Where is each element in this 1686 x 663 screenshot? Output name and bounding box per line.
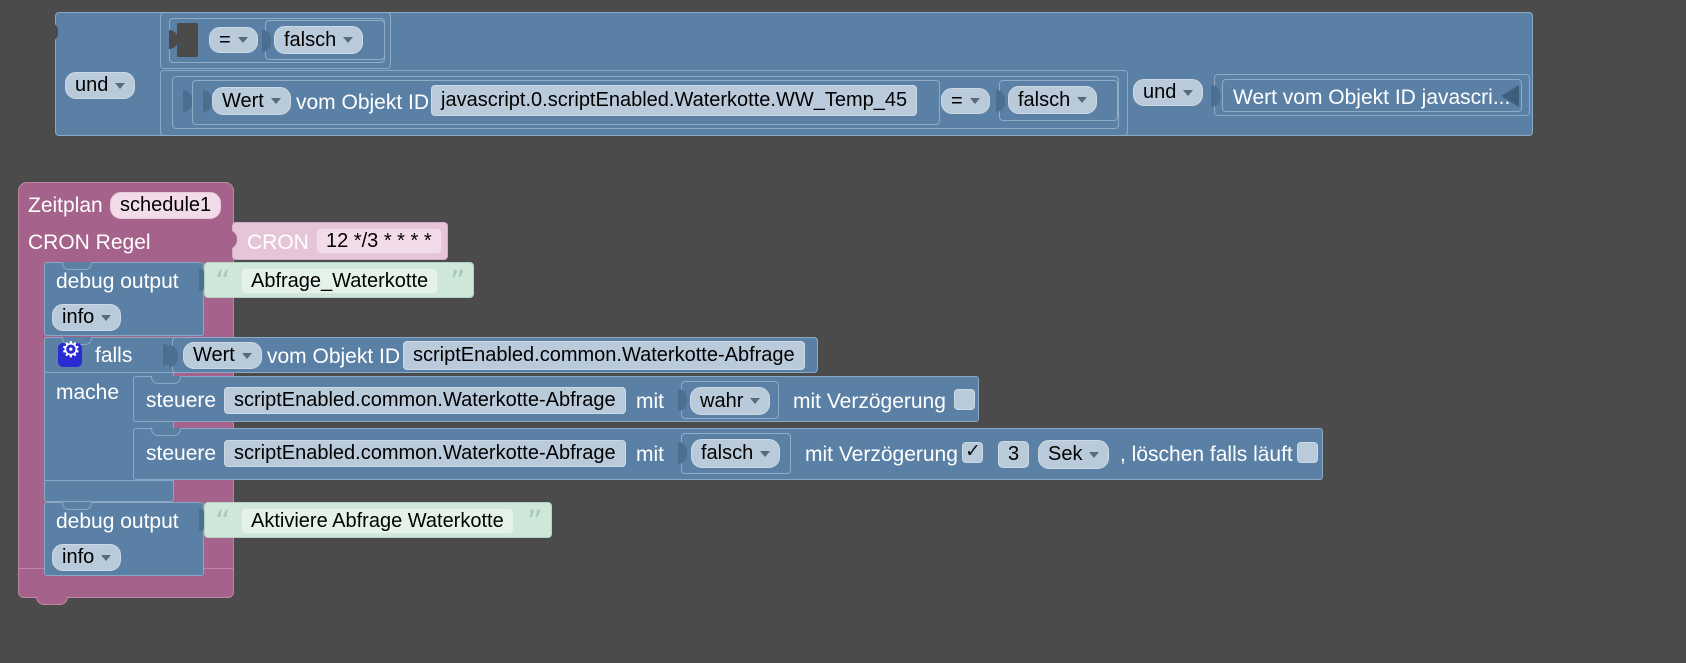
operator-und-label: und — [75, 74, 109, 96]
control-row-2-value-field[interactable]: falsch — [691, 439, 781, 468]
control-row-2-label: steuere — [146, 442, 217, 465]
debug-bottom-top-notch — [62, 502, 92, 510]
chevron-down-icon — [750, 398, 761, 404]
cron-expression-field[interactable]: 12 */3 * * * * — [316, 228, 442, 254]
chevron-down-icon — [270, 98, 281, 104]
control-row-2-delay-unit-label: Sek — [1048, 443, 1083, 465]
compare-value-1-label: falsch — [284, 28, 337, 51]
chevron-down-icon — [343, 37, 354, 43]
control-row-1-value-label: wahr — [700, 389, 744, 412]
quote-close-icon: ” — [450, 265, 466, 300]
getter-mode-2-label: Wert — [222, 89, 264, 112]
control-row-2-delay-amount-value: 3 — [1008, 443, 1020, 465]
getter-mode-2-field[interactable]: Wert — [212, 87, 291, 115]
if-label: falls — [95, 344, 133, 367]
control-row-1-object-id-value: scriptEnabled.common.Waterkotte-Abfrage — [234, 389, 616, 411]
debug-bottom-severity-field[interactable]: info — [52, 544, 122, 571]
control-row-1-value-field[interactable]: wahr — [690, 387, 771, 415]
control-row-2-delay-checkbox[interactable] — [962, 440, 983, 463]
if-getter-mode-field[interactable]: Wert — [183, 342, 262, 369]
do-label: mache — [56, 381, 120, 404]
chevron-down-icon — [1077, 97, 1088, 103]
if-object-id-value: scriptEnabled.common.Waterkotte-Abfrage — [413, 344, 795, 366]
debug-bottom-severity-label: info — [62, 546, 95, 568]
chevron-down-icon — [1089, 451, 1100, 458]
if-getter-mode-label: Wert — [193, 344, 235, 366]
operator-und-field[interactable]: und — [65, 72, 136, 99]
debug-top-message-field[interactable]: Abfrage_Waterkotte — [241, 268, 439, 294]
object-id-2-field[interactable]: javascript.0.scriptEnabled.Waterkotte.WW… — [431, 85, 918, 116]
chevron-down-icon — [237, 37, 248, 43]
debug-top-message-value: Abfrage_Waterkotte — [251, 269, 429, 292]
control-row-2-delay-unit-field[interactable]: Sek — [1038, 440, 1110, 469]
control-row-2-object-id-value: scriptEnabled.common.Waterkotte-Abfrage — [234, 442, 616, 464]
compare-operator-2-field[interactable]: = — [941, 88, 990, 114]
quote-close-icon: ” — [527, 505, 543, 540]
quote-open-icon: “ — [215, 505, 231, 540]
control-row-2-delay-amount-field[interactable]: 3 — [998, 441, 1030, 468]
debug-top-top-notch — [62, 262, 92, 270]
schedule-block-bottom-notch — [36, 596, 68, 605]
control-row-1-top-notch — [151, 376, 181, 384]
control-row-2-with-label: mit — [636, 443, 664, 466]
control-row-1-with-label: mit — [636, 390, 664, 413]
if-object-id-field[interactable]: scriptEnabled.common.Waterkotte-Abfrage — [403, 341, 805, 370]
if-getter-text-label: vom Objekt ID — [267, 345, 401, 368]
control-row-2-value-label: falsch — [701, 442, 754, 464]
control-row-1-label: steuere — [146, 389, 217, 412]
compare-value-2-label: falsch — [1018, 88, 1071, 111]
schedule-title-label: Zeitplan — [28, 194, 103, 217]
control-row-2-clear-label: , löschen falls läuft — [1120, 443, 1293, 466]
debug-output-top-label: debug output — [56, 270, 179, 293]
collapse-arrow-icon[interactable] — [1501, 85, 1519, 107]
schedule-id-field[interactable]: schedule1 — [110, 192, 222, 219]
blockly-workspace[interactable]: und = falsch Wert vom Objekt ID javascri… — [0, 0, 1686, 663]
chevron-down-icon — [969, 98, 980, 104]
control-row-1-delay-label: mit Verzögerung — [793, 390, 946, 413]
chevron-down-icon — [1183, 89, 1194, 96]
empty-socket[interactable] — [177, 23, 198, 57]
chevron-down-icon — [115, 82, 126, 89]
chevron-down-icon — [241, 352, 252, 359]
debug-output-bottom-label: debug output — [56, 510, 179, 533]
getter-text-2-label: vom Objekt ID — [296, 91, 430, 114]
debug-top-severity-field[interactable]: info — [52, 304, 122, 331]
collapsed-block-label: Wert vom Objekt ID javascri... — [1233, 86, 1511, 109]
cron-rule-label: CRON Regel — [28, 231, 151, 254]
control-row-1-delay-checkbox[interactable] — [954, 389, 975, 410]
compare-value-2-field[interactable]: falsch — [1008, 86, 1098, 114]
schedule-id-value: schedule1 — [120, 194, 212, 216]
if-block-bottom — [44, 480, 174, 502]
chevron-down-icon — [101, 554, 112, 561]
compare-operator-1-label: = — [219, 28, 231, 51]
chevron-down-icon — [760, 450, 771, 457]
control-row-2-top-notch — [151, 428, 181, 436]
control-row-2-clear-checkbox[interactable] — [1297, 442, 1318, 463]
compare-value-1-field[interactable]: falsch — [274, 26, 364, 54]
gear-icon[interactable] — [58, 340, 82, 367]
operator-und-2-field[interactable]: und — [1133, 79, 1204, 106]
control-row-2-object-id-field[interactable]: scriptEnabled.common.Waterkotte-Abfrage — [224, 440, 626, 467]
debug-bottom-message-field[interactable]: Aktiviere Abfrage Waterkotte — [241, 508, 514, 534]
control-row-2-delay-label: mit Verzögerung — [805, 443, 958, 466]
compare-operator-2-label: = — [951, 89, 963, 112]
operator-und-2-label: und — [1143, 81, 1177, 103]
object-id-2-value: javascript.0.scriptEnabled.Waterkotte.WW… — [441, 89, 908, 111]
cron-prefix-label: CRON — [247, 231, 309, 254]
debug-bottom-message-value: Aktiviere Abfrage Waterkotte — [251, 509, 504, 532]
debug-top-severity-label: info — [62, 306, 95, 328]
control-row-1-object-id-field[interactable]: scriptEnabled.common.Waterkotte-Abfrage — [224, 387, 626, 414]
cron-expression-value: 12 */3 * * * * — [326, 229, 432, 252]
quote-open-icon: “ — [215, 265, 231, 300]
compare-operator-1-field[interactable]: = — [209, 27, 258, 53]
chevron-down-icon — [101, 314, 112, 321]
